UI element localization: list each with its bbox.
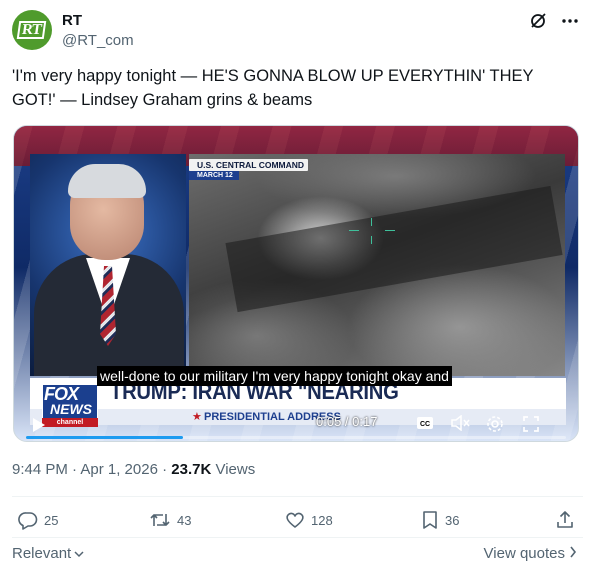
share-icon: [555, 510, 575, 530]
volume-icon[interactable]: [450, 414, 470, 436]
author-name[interactable]: RT: [62, 12, 82, 29]
video-strike-footage: [189, 154, 565, 376]
reply-count: 25: [44, 512, 59, 528]
reply-icon: [18, 510, 38, 530]
views-count: 23.7K: [171, 461, 212, 478]
captions-icon[interactable]: CC: [416, 415, 434, 436]
video-controls: 0:05 / 0:17 CC: [14, 410, 578, 440]
sort-label: Relevant: [12, 545, 72, 562]
tweet-meta: 9:44 PM · Apr 1, 2026 · 23.7K Views: [12, 461, 255, 478]
view-quotes-label: View quotes: [483, 545, 565, 562]
play-icon[interactable]: [32, 417, 46, 438]
chevron-right-icon: [569, 545, 577, 562]
avatar-logo-text: RT: [17, 21, 47, 39]
header-actions: [529, 12, 579, 30]
video-speaker-frame: [30, 154, 186, 376]
like-button[interactable]: 128: [285, 510, 333, 530]
repost-count: 43: [177, 512, 192, 528]
tweet-actions: 25 43 128 36: [12, 510, 583, 534]
divider: [12, 496, 583, 497]
video-progress-bar[interactable]: [26, 436, 566, 439]
footage-date-label: MARCH 12: [189, 171, 239, 180]
video-progress-fill: [26, 436, 183, 439]
chevron-down-icon: [74, 545, 84, 562]
share-button[interactable]: [555, 510, 575, 530]
reply-button[interactable]: 25: [18, 510, 58, 530]
tweet-text: 'I'm very happy tonight — HE'S GONNA BLO…: [12, 67, 534, 109]
repost-icon: [149, 510, 171, 530]
video-time: 0:05 / 0:17: [316, 414, 378, 429]
speaker-hair: [68, 164, 146, 198]
sort-relevant-button[interactable]: Relevant: [12, 545, 84, 562]
repost-button[interactable]: 43: [149, 510, 191, 530]
video-caption: well-done to our military I'm very happy…: [97, 366, 452, 386]
like-count: 128: [311, 512, 333, 528]
tweet-header: RT RT @RT_com: [12, 10, 583, 54]
view-quotes-link[interactable]: View quotes: [484, 545, 577, 562]
footage-source-label: U.S. CENTRAL COMMAND: [189, 159, 309, 171]
avatar[interactable]: RT: [12, 10, 52, 50]
author-handle[interactable]: @RT_com: [62, 32, 134, 49]
bookmark-button[interactable]: 36: [421, 510, 459, 530]
video-player[interactable]: U.S. CENTRAL COMMAND MARCH 12 TRUMP: IRA…: [13, 125, 579, 442]
grok-icon[interactable]: [529, 12, 547, 30]
divider: [12, 537, 583, 538]
settings-icon[interactable]: [486, 415, 504, 438]
bookmark-count: 36: [445, 512, 460, 528]
views-label: Views: [211, 461, 256, 478]
svg-text:CC: CC: [420, 421, 430, 428]
bookmark-icon: [421, 510, 439, 530]
more-icon[interactable]: [561, 12, 579, 30]
targeting-reticle: [349, 218, 395, 244]
tweet-timestamp[interactable]: 9:44 PM · Apr 1, 2026 ·: [12, 461, 171, 478]
heart-icon: [285, 510, 305, 530]
fullscreen-icon[interactable]: [522, 415, 540, 438]
